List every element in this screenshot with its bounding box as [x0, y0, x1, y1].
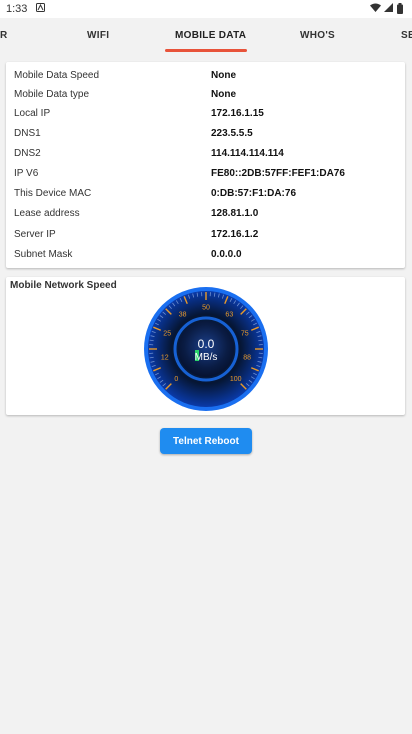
gauge-scale-label: 50 [202, 305, 210, 312]
wifi-icon [370, 3, 381, 15]
info-value: 0.0.0.0 [211, 249, 242, 260]
info-value: None [211, 70, 236, 81]
gauge-scale-label: 100 [230, 376, 242, 383]
network-info-card: Mobile Data Speed None Mobile Data type … [6, 62, 405, 268]
notification-icon [36, 3, 45, 15]
gauge-scale-label: 75 [241, 330, 249, 337]
speed-unit: MB/s [195, 352, 218, 363]
info-value: 128.81.1.0 [211, 208, 259, 219]
info-label: Local IP [14, 108, 51, 119]
info-row: Server IP 172.16.1.2 [6, 226, 405, 246]
info-label: DNS2 [14, 148, 41, 159]
info-row: This Device MAC 0:DB:57:F1:DA:76 [6, 185, 405, 205]
info-value: 172.16.1.2 [211, 229, 259, 240]
info-row: DNS2 114.114.114.114 [6, 145, 405, 165]
info-label: Server IP [14, 229, 56, 240]
speed-card-title: Mobile Network Speed [10, 280, 117, 291]
info-value: 223.5.5.5 [211, 128, 253, 139]
info-label: Mobile Data Speed [14, 70, 100, 81]
gauge-scale-label: 12 [161, 355, 169, 362]
info-value: FE80::2DB:57FF:FEF1:DA76 [211, 168, 345, 179]
info-label: Mobile Data type [14, 89, 90, 100]
info-row: Subnet Mask 0.0.0.0 [6, 246, 405, 266]
speed-value: 0.0 [198, 337, 215, 351]
info-value: 172.16.1.15 [211, 108, 264, 119]
info-label: DNS1 [14, 128, 41, 139]
info-row: Mobile Data Speed None [6, 67, 405, 87]
info-value: 0:DB:57:F1:DA:76 [211, 188, 297, 199]
network-speed-card: Mobile Network Speed 0.0 MB/s 0 12 25 38… [6, 277, 405, 415]
info-value: None [211, 89, 236, 100]
info-label: Lease address [14, 208, 80, 219]
tab-settings[interactable]: SE [401, 30, 412, 41]
info-row: Lease address 128.81.1.0 [6, 205, 405, 225]
tab-router[interactable]: R [0, 30, 8, 41]
gauge-scale-label: 0 [174, 376, 178, 383]
gauge-scale-label: 88 [243, 355, 251, 362]
info-row: DNS1 223.5.5.5 [6, 125, 405, 145]
info-label: This Device MAC [14, 188, 92, 199]
gauge-scale-label: 63 [225, 312, 233, 319]
info-label: Subnet Mask [14, 249, 73, 260]
status-time: 1:33 [6, 3, 28, 15]
tab-wifi[interactable]: WIFI [87, 30, 109, 41]
active-tab-indicator [165, 49, 247, 52]
telnet-reboot-button[interactable]: Telnet Reboot [160, 428, 252, 454]
info-row: IP V6 FE80::2DB:57FF:FEF1:DA76 [6, 165, 405, 185]
gauge-scale-label: 38 [179, 312, 187, 319]
tab-whos[interactable]: WHO'S [300, 30, 335, 41]
info-label: IP V6 [14, 168, 39, 179]
tab-bar: R WIFI MOBILE DATA WHO'S SE [0, 18, 412, 54]
battery-icon [397, 3, 403, 17]
info-row: Mobile Data type None [6, 86, 405, 106]
info-row: Local IP 172.16.1.15 [6, 105, 405, 125]
speed-gauge: 0.0 MB/s 0 12 25 38 50 63 75 88 100 [143, 286, 269, 412]
info-value: 114.114.114.114 [211, 148, 284, 159]
status-bar: 1:33 [0, 0, 412, 18]
gauge-scale-label: 25 [163, 330, 171, 337]
signal-icon [384, 3, 393, 15]
tab-mobile-data[interactable]: MOBILE DATA [175, 30, 246, 41]
